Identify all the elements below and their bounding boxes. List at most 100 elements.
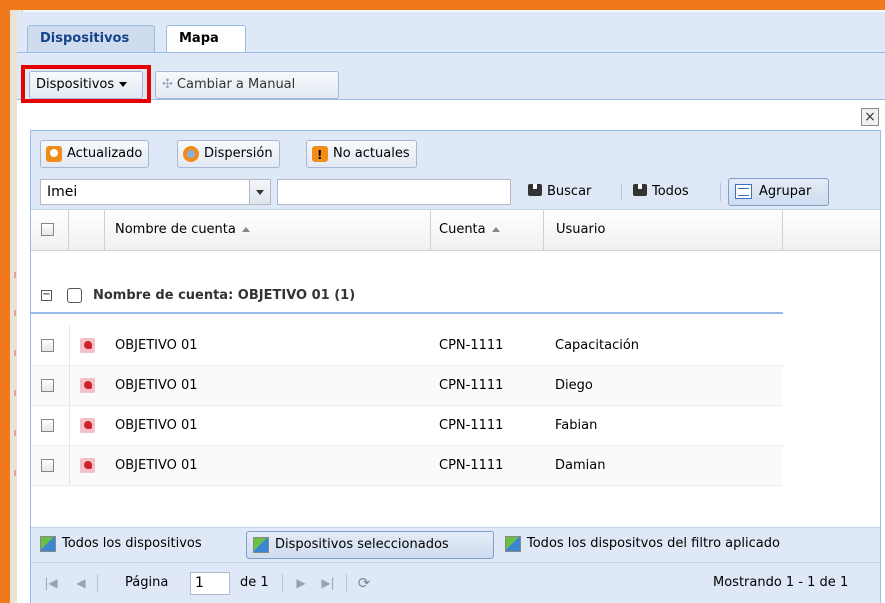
- show-all-label: Todos: [652, 184, 689, 199]
- tab-bar: Dispositivos Mapa: [17, 12, 885, 53]
- refresh-icon[interactable]: ⟳: [356, 575, 372, 591]
- column-divider: [69, 366, 70, 405]
- selected-devices-label: Dispositivos seleccionados: [275, 537, 449, 552]
- row-checkbox[interactable]: [41, 339, 54, 352]
- chevron-down-icon[interactable]: [249, 180, 270, 204]
- device-icon: [80, 418, 95, 433]
- tab-mapa[interactable]: Mapa: [166, 25, 246, 52]
- column-divider: [69, 326, 70, 365]
- switch-manual-button[interactable]: ✣ Cambiar a Manual: [155, 71, 339, 99]
- cell-user: Damian: [555, 458, 606, 473]
- strip-marker: [14, 430, 16, 436]
- cell-account-name: OBJETIVO 01: [115, 378, 198, 393]
- cell-account-name: OBJETIVO 01: [115, 338, 198, 353]
- group-button-label: Agrupar: [759, 184, 812, 199]
- next-page-icon[interactable]: ▶: [293, 575, 309, 591]
- dispersion-filter-button[interactable]: Dispersión: [177, 140, 280, 168]
- device-icon: [80, 378, 95, 393]
- page-label: Página: [125, 575, 169, 590]
- dispersion-icon: [183, 146, 199, 162]
- close-icon[interactable]: ×: [861, 108, 879, 126]
- map-toolbar: Dispositivos ✣ Cambiar a Manual: [17, 53, 885, 103]
- toolbar-separator: [282, 574, 283, 592]
- toolbar-separator: [346, 574, 347, 592]
- window-frame-left: [0, 0, 10, 603]
- cell-user: Diego: [555, 378, 593, 393]
- select-all-checkbox[interactable]: [41, 223, 54, 236]
- move-arrows-icon: ✣: [162, 77, 173, 92]
- row-checkbox[interactable]: [41, 379, 54, 392]
- first-page-icon[interactable]: |◀: [43, 575, 59, 591]
- updated-icon: [46, 146, 62, 162]
- group-checkbox[interactable]: [67, 288, 82, 303]
- tab-dispositivos[interactable]: Dispositivos: [27, 25, 155, 52]
- selected-devices-button[interactable]: Dispositivos seleccionados: [246, 531, 494, 559]
- group-header-row[interactable]: − Nombre de cuenta: OBJETIVO 01 (1): [31, 280, 783, 314]
- cell-account: CPN-1111: [439, 378, 504, 393]
- show-all-button[interactable]: Todos: [633, 183, 689, 201]
- updated-filter-button[interactable]: Actualizado: [40, 140, 150, 168]
- filtered-devices-label: Todos los dispositvos del filtro aplicad…: [527, 536, 780, 551]
- cell-account: CPN-1111: [439, 458, 504, 473]
- all-devices-button[interactable]: Todos los dispositivos: [34, 531, 240, 559]
- table-row[interactable]: OBJETIVO 01 CPN-1111 Damian: [31, 446, 783, 486]
- paging-status: Mostrando 1 - 1 de 1: [713, 575, 849, 590]
- page-count-label: de 1: [240, 575, 269, 590]
- column-label: Nombre de cuenta: [115, 222, 236, 237]
- table-row[interactable]: OBJETIVO 01 CPN-1111 Capacitación: [31, 326, 783, 366]
- cell-user: Capacitación: [555, 338, 640, 353]
- row-checkbox[interactable]: [41, 419, 54, 432]
- highlight-annotation-box: [21, 65, 151, 103]
- binoculars-icon: [528, 184, 542, 196]
- cell-account: CPN-1111: [439, 338, 504, 353]
- strip-marker: [14, 470, 16, 476]
- group-label: Nombre de cuenta: OBJETIVO 01 (1): [93, 288, 356, 303]
- not-current-label: No actuales: [333, 146, 410, 161]
- map-export-icon: [40, 536, 56, 552]
- previous-page-icon[interactable]: ◀: [73, 575, 89, 591]
- binoculars-icon: [633, 184, 647, 196]
- column-label: Cuenta: [439, 222, 486, 237]
- search-button[interactable]: Buscar: [528, 183, 591, 201]
- collapse-icon[interactable]: −: [41, 290, 52, 301]
- updated-label: Actualizado: [67, 146, 143, 161]
- column-header-account-name[interactable]: Nombre de cuenta: [105, 210, 431, 250]
- filtered-devices-button[interactable]: Todos los dispositvos del filtro aplicad…: [499, 531, 839, 559]
- cell-account: CPN-1111: [439, 418, 504, 433]
- page-number-input[interactable]: 1: [190, 572, 230, 595]
- search-field-value: Imei: [47, 184, 78, 200]
- sort-asc-icon: [241, 227, 250, 232]
- select-all-header: [31, 210, 69, 250]
- dispersion-label: Dispersión: [204, 146, 273, 161]
- switch-manual-label: Cambiar a Manual: [176, 77, 296, 92]
- device-icon: [80, 338, 95, 353]
- column-divider: [69, 446, 70, 485]
- all-devices-label: Todos los dispositivos: [62, 536, 202, 551]
- icon-column-header: [69, 210, 105, 250]
- group-button[interactable]: Agrupar: [728, 178, 829, 206]
- column-header-account[interactable]: Cuenta: [431, 210, 544, 250]
- cell-user: Fabian: [555, 418, 598, 433]
- column-label: Usuario: [556, 222, 606, 237]
- device-scope-bar: Todos los dispositivos Dispositivos sele…: [31, 527, 880, 562]
- not-current-filter-button[interactable]: No actuales: [306, 140, 417, 168]
- pagination-bar: |◀ ◀ Página 1 de 1 ▶ ▶| ⟳ Mostrando 1 - …: [31, 562, 880, 603]
- warning-icon: [312, 142, 328, 168]
- grid-header: Nombre de cuenta Cuenta Usuario: [31, 210, 880, 251]
- search-field-select[interactable]: Imei: [40, 179, 271, 205]
- strip-marker: [14, 350, 16, 356]
- search-input[interactable]: [277, 179, 511, 205]
- strip-marker: [14, 310, 16, 316]
- map-export-icon: [253, 537, 269, 553]
- table-row[interactable]: OBJETIVO 01 CPN-1111 Diego: [31, 366, 783, 406]
- cell-account-name: OBJETIVO 01: [115, 418, 198, 433]
- status-filter-bar: Actualizado Dispersión No actuales: [31, 131, 880, 174]
- column-header-user[interactable]: Usuario: [544, 210, 783, 250]
- devices-panel: Actualizado Dispersión No actuales Imei …: [30, 130, 881, 603]
- table-row[interactable]: OBJETIVO 01 CPN-1111 Fabian: [31, 406, 783, 446]
- row-checkbox[interactable]: [41, 459, 54, 472]
- search-bar: Imei Buscar Todos Agrupar: [31, 173, 880, 210]
- toolbar-separator: [97, 574, 98, 592]
- column-divider: [69, 406, 70, 445]
- last-page-icon[interactable]: ▶|: [320, 575, 336, 591]
